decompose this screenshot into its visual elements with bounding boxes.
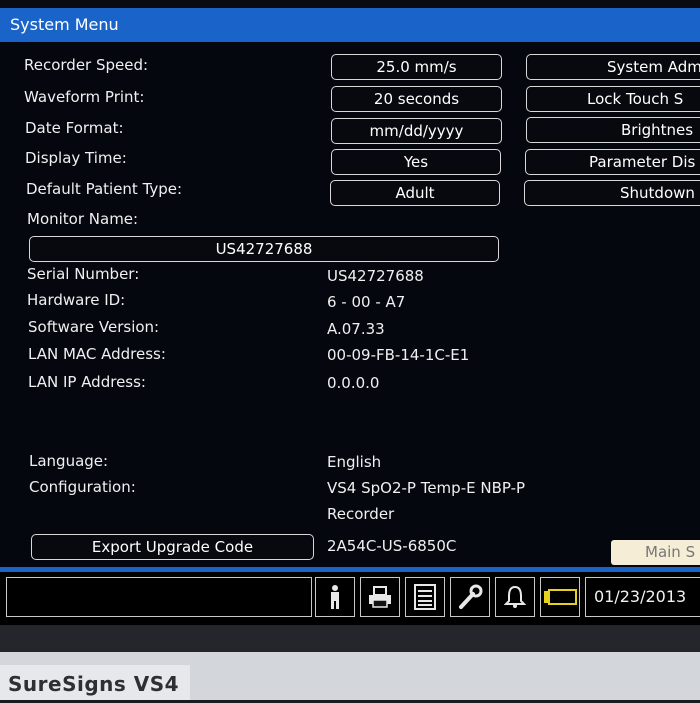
screen-top-edge xyxy=(0,0,700,8)
device-brand-label: SureSigns VS4 xyxy=(0,665,190,700)
status-date: 01/23/2013 xyxy=(585,577,700,617)
parameter-display-button[interactable]: Parameter Dis xyxy=(525,149,700,175)
system-admin-button[interactable]: System Adm xyxy=(526,54,700,80)
lock-touch-screen-button[interactable]: Lock Touch S xyxy=(526,86,700,112)
battery-icon xyxy=(540,577,580,617)
recorder-speed-label: Recorder Speed: xyxy=(24,56,149,74)
hardware-id-label: Hardware ID: xyxy=(27,291,126,309)
date-format-label: Date Format: xyxy=(25,119,124,137)
window-title: System Menu xyxy=(0,8,700,42)
waveform-print-button[interactable]: 20 seconds xyxy=(331,86,502,112)
software-version-value: A.07.33 xyxy=(327,320,385,338)
status-message-area xyxy=(6,577,312,617)
patient-icon-graphic xyxy=(331,585,339,609)
alarm-bell-icon[interactable] xyxy=(495,577,535,617)
report-icon[interactable] xyxy=(405,577,445,617)
brightness-button[interactable]: Brightnes xyxy=(526,117,700,143)
lan-ip-address-label: LAN IP Address: xyxy=(28,373,146,391)
default-patient-type-label: Default Patient Type: xyxy=(26,180,183,198)
date-format-button[interactable]: mm/dd/yyyy xyxy=(331,118,502,144)
print-icon[interactable] xyxy=(360,577,400,617)
monitor-name-label: Monitor Name: xyxy=(27,210,139,228)
serial-number-label: Serial Number: xyxy=(27,265,140,283)
monitor-name-field[interactable]: US42727688 xyxy=(29,236,499,262)
software-version-label: Software Version: xyxy=(28,318,160,336)
report-icon-graphic xyxy=(414,584,436,610)
main-screen-button[interactable]: Main S xyxy=(611,540,700,565)
upgrade-code-value: 2A54C-US-6850C xyxy=(327,537,457,555)
display-time-label: Display Time: xyxy=(25,149,127,167)
wrench-icon[interactable] xyxy=(450,577,490,617)
lan-mac-address-label: LAN MAC Address: xyxy=(28,345,166,363)
language-label: Language: xyxy=(29,452,109,470)
patient-icon[interactable] xyxy=(315,577,355,617)
display-time-button[interactable]: Yes xyxy=(331,149,501,175)
lan-mac-address-value: 00-09-FB-14-1C-E1 xyxy=(327,346,470,364)
waveform-print-label: Waveform Print: xyxy=(24,88,145,106)
recorder-speed-button[interactable]: 25.0 mm/s xyxy=(331,54,502,80)
wrench-icon-graphic xyxy=(459,584,483,609)
lan-ip-address-value: 0.0.0.0 xyxy=(327,374,380,392)
configuration-label: Configuration: xyxy=(29,478,136,496)
battery-icon-graphic xyxy=(544,589,577,605)
print-icon-graphic xyxy=(369,586,391,608)
configuration-value-line1: VS4 SpO2-P Temp-E NBP-P xyxy=(327,479,526,497)
language-value: English xyxy=(327,453,382,471)
default-patient-type-button[interactable]: Adult xyxy=(330,180,500,206)
hardware-id-value: 6 - 00 - A7 xyxy=(327,293,406,311)
export-upgrade-code-button[interactable]: Export Upgrade Code xyxy=(31,534,314,560)
serial-number-value: US42727688 xyxy=(327,267,424,285)
monitor-screen: System Menu Recorder Speed: Waveform Pri… xyxy=(0,0,700,625)
alarm-bell-icon-graphic xyxy=(504,585,526,608)
configuration-value-line2: Recorder xyxy=(327,505,395,523)
shutdown-button[interactable]: Shutdown xyxy=(524,180,700,206)
